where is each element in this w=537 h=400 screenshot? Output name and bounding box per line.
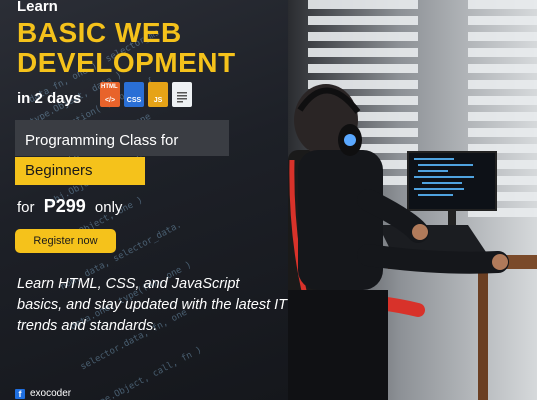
facebook-icon: f xyxy=(15,388,25,399)
photo-illustration xyxy=(288,0,537,400)
price-value: P299 xyxy=(43,196,86,216)
ad-banner: data_fn, one ), selector_ms type.Object,… xyxy=(0,0,537,400)
brand-name: exocoder xyxy=(30,388,72,399)
learn-label: Learn xyxy=(17,0,58,15)
brand-footer[interactable]: f exocoder xyxy=(15,388,71,399)
audience-label: Beginners xyxy=(25,162,93,179)
course-duration: in 2 days xyxy=(17,90,82,107)
course-title-line2: DEVELOPMENT xyxy=(17,47,236,78)
css-file-icon: CSS xyxy=(124,82,144,107)
course-description: Learn HTML, CSS, and JavaScript basics, … xyxy=(17,276,288,334)
document-file-icon xyxy=(172,82,192,107)
course-title: BASIC WEB DEVELOPMENT xyxy=(17,18,236,78)
class-label: Programming Class for xyxy=(25,132,179,149)
register-now-button[interactable]: Register now xyxy=(15,229,116,253)
price-prefix: for xyxy=(17,199,35,216)
price-suffix: only xyxy=(94,199,123,216)
js-file-icon: JS xyxy=(148,82,168,107)
student-at-computer-photo xyxy=(288,0,537,400)
course-title-line1: BASIC WEB xyxy=(17,17,182,48)
tech-icons: HTML </> CSS JS xyxy=(100,82,192,107)
price-line: for P299 only xyxy=(17,196,122,217)
html-file-icon: HTML </> xyxy=(100,82,120,107)
